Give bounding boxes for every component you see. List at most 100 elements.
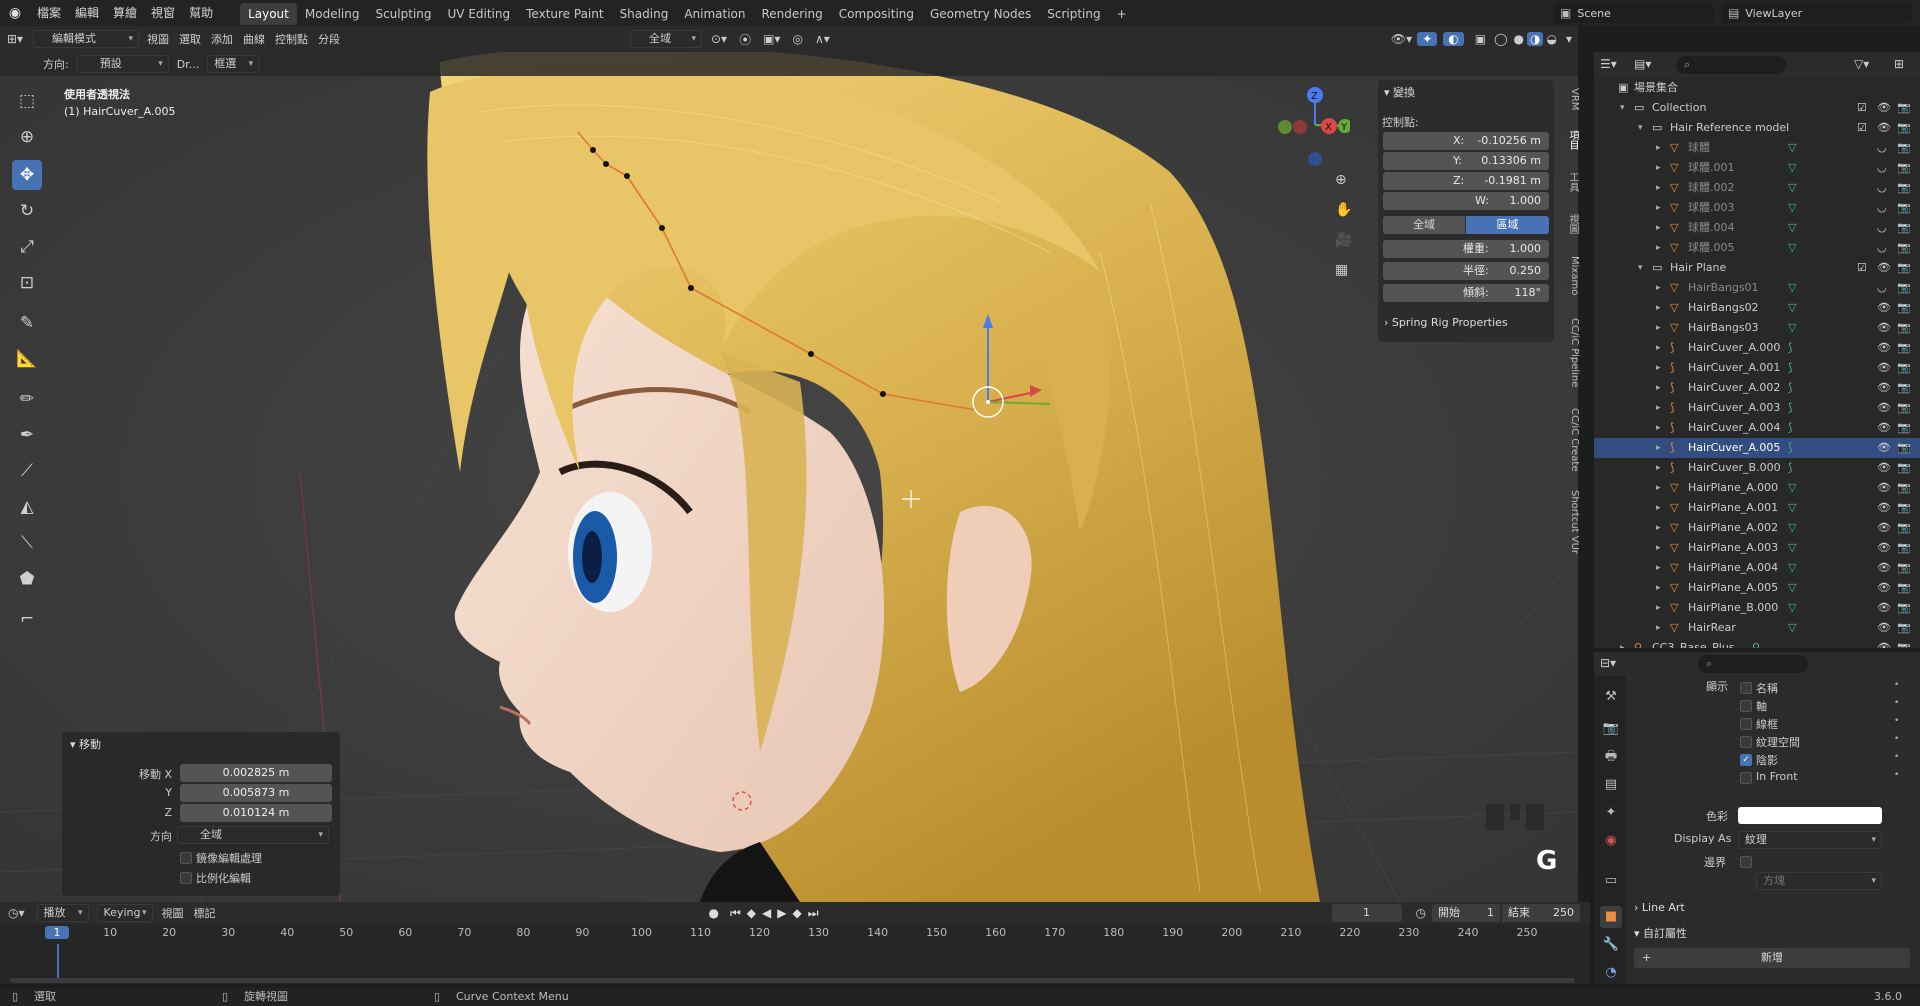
menu-curve[interactable]: 曲線 <box>238 31 270 47</box>
tab-modeling[interactable]: Modeling <box>297 3 368 25</box>
object-data-icon[interactable]: ▽ <box>1788 318 1796 338</box>
properties-editor-icon[interactable]: ⊟▾ <box>1600 656 1616 670</box>
render-camera-icon[interactable]: 📷 <box>1897 158 1911 178</box>
shear-tool-icon[interactable]: ⌐ <box>12 604 42 634</box>
object-data-icon[interactable]: ▽ <box>1788 138 1796 158</box>
render-camera-icon[interactable]: 📷 <box>1897 398 1911 418</box>
visibility-eye-icon[interactable]: ◡ <box>1877 138 1887 158</box>
expand-toggle-icon[interactable]: ▸ <box>1656 398 1661 418</box>
draw-tool-icon[interactable]: ✏ <box>12 384 42 414</box>
outliner-row[interactable]: ▸ ▽ HairPlane_A.005 ▽ 👁 📷 <box>1594 578 1920 598</box>
custom-properties-section-header[interactable]: ▾ 自訂屬性 <box>1634 924 1916 944</box>
outliner-row[interactable]: ▸ ⚲ CC3_Base_Plus ⚲ 👁 📷 <box>1594 638 1920 648</box>
visibility-eye-icon[interactable]: ◡ <box>1877 238 1887 258</box>
expand-toggle-icon[interactable]: ▸ <box>1656 618 1661 638</box>
radius-tool-icon[interactable]: ◭ <box>12 492 42 522</box>
pivot-icon[interactable]: ⊙▾ <box>705 32 733 46</box>
new-collection-icon[interactable]: ⊞ <box>1894 57 1904 71</box>
tab-scripting[interactable]: Scripting <box>1039 3 1108 25</box>
object-data-icon[interactable]: ⟆ <box>1788 458 1792 478</box>
visibility-eye-icon[interactable]: 👁 <box>1877 538 1891 558</box>
expand-toggle-icon[interactable]: ▸ <box>1656 438 1661 458</box>
tab-geometry-nodes[interactable]: Geometry Nodes <box>922 3 1039 25</box>
side-tab-mixamo[interactable]: Mixamo <box>1566 256 1580 295</box>
expand-toggle-icon[interactable]: ▸ <box>1656 298 1661 318</box>
cp-x-field[interactable]: X: -0.10256 m <box>1383 132 1549 150</box>
tab-shading[interactable]: Shading <box>612 3 677 25</box>
cursor-tool-icon[interactable]: ⊕ <box>12 122 42 152</box>
timeline-scrollbar[interactable] <box>10 978 1575 983</box>
visibility-eye-icon[interactable]: 👁 <box>1877 298 1891 318</box>
menu-edit[interactable]: 編輯 <box>68 0 106 26</box>
object-data-icon[interactable]: ▽ <box>1788 578 1796 598</box>
exclude-checkbox[interactable]: ☑ <box>1857 258 1867 278</box>
render-camera-icon[interactable]: 📷 <box>1897 118 1911 138</box>
transform-section-header[interactable]: ▾ 變換 <box>1384 84 1415 100</box>
view-layer-properties-tab-icon[interactable]: ▤ <box>1600 774 1622 796</box>
shading-wireframe-icon[interactable]: ◯ <box>1491 32 1510 46</box>
radius-field[interactable]: 半徑: 0.250 <box>1383 262 1549 280</box>
visibility-eye-icon[interactable]: 👁 <box>1877 98 1891 118</box>
render-camera-icon[interactable]: 📷 <box>1897 378 1911 398</box>
keyframe-dot-icon[interactable]: • <box>1894 770 1899 780</box>
jump-start-icon[interactable]: ⏮ <box>727 906 744 921</box>
shading-material-icon[interactable]: ◑ <box>1527 32 1544 46</box>
tab-layout[interactable]: Layout <box>240 3 297 25</box>
extrude-tool-icon[interactable]: ⟋ <box>12 456 42 486</box>
tab-compositing[interactable]: Compositing <box>831 3 922 25</box>
render-camera-icon[interactable]: 📷 <box>1897 98 1911 118</box>
side-tab-shortcut[interactable]: Shortcut VUr <box>1566 490 1580 554</box>
outliner-row[interactable]: ▸ ⟆ HairCuver_B.000 ⟆ 👁 📷 <box>1594 458 1920 478</box>
outliner-row[interactable]: ▸ ▽ HairPlane_A.002 ▽ 👁 📷 <box>1594 518 1920 538</box>
tab-uv-editing[interactable]: UV Editing <box>440 3 519 25</box>
proportional-edit-icon[interactable]: ◎ <box>786 32 808 46</box>
bounds-selector[interactable]: 方塊 <box>1756 872 1882 890</box>
marker-menu[interactable]: 標記 <box>189 905 221 921</box>
outliner-row[interactable]: ▸ ▽ HairPlane_A.001 ▽ 👁 📷 <box>1594 498 1920 518</box>
snap-icon[interactable]: ⦿ <box>733 31 757 48</box>
zoom-icon[interactable]: ⊕ <box>1335 172 1347 188</box>
side-tab-tool[interactable]: 工具 <box>1566 172 1580 192</box>
visibility-eye-icon[interactable]: 👁 <box>1877 478 1891 498</box>
gizmo-toggle-icon[interactable]: ✦ <box>1417 32 1438 46</box>
outliner-row[interactable]: ▸ ▽ 球體.004 ▽ ◡ 📷 <box>1594 218 1920 238</box>
object-properties-tab-icon[interactable]: ■ <box>1600 906 1622 928</box>
shading-rendered-icon[interactable]: ◒ <box>1543 32 1559 46</box>
visibility-eye-icon[interactable]: ◡ <box>1877 278 1887 298</box>
menu-window[interactable]: 視窗 <box>144 0 182 26</box>
object-data-icon[interactable]: ▽ <box>1788 198 1796 218</box>
visibility-eye-icon[interactable]: ◡ <box>1877 218 1887 238</box>
side-tab-item[interactable]: 項目 <box>1566 130 1580 150</box>
outliner-row[interactable]: ▸ ▽ 球體.001 ▽ ◡ 📷 <box>1594 158 1920 178</box>
object-data-icon[interactable]: ⟆ <box>1788 398 1792 418</box>
outliner-root[interactable]: ▣ 場景集合 <box>1594 78 1920 98</box>
render-camera-icon[interactable]: 📷 <box>1897 578 1911 598</box>
object-data-icon[interactable]: ⟆ <box>1788 358 1792 378</box>
proportional-editing-checkbox[interactable] <box>180 872 192 884</box>
outliner-row[interactable]: ▸ ⟆ HairCuver_A.000 ⟆ 👁 📷 <box>1594 338 1920 358</box>
timeline-editor-icon[interactable]: ◷▾ <box>0 906 33 920</box>
move-z-field[interactable]: 0.010124 m <box>180 804 332 822</box>
tab-rendering[interactable]: Rendering <box>754 3 831 25</box>
space-toggle-global[interactable]: 全域 <box>1383 216 1465 234</box>
object-data-icon[interactable]: ▽ <box>1788 518 1796 538</box>
visibility-eye-icon[interactable]: 👁 <box>1877 458 1891 478</box>
visibility-eye-icon[interactable]: 👁 <box>1877 418 1891 438</box>
outliner-row[interactable]: ▸ ⟆ HairCuver_A.004 ⟆ 👁 📷 <box>1594 418 1920 438</box>
outliner-row[interactable]: ▸ ▽ HairPlane_A.003 ▽ 👁 📷 <box>1594 538 1920 558</box>
expand-toggle-icon[interactable]: ▸ <box>1656 558 1661 578</box>
end-frame-field[interactable]: 結束 250 <box>1502 904 1580 922</box>
current-frame-field[interactable]: 1 <box>1331 904 1402 922</box>
select-mode-selector[interactable]: 框選 <box>207 55 260 73</box>
outliner-row[interactable]: ▸ ▽ HairPlane_A.000 ▽ 👁 📷 <box>1594 478 1920 498</box>
menu-file[interactable]: 檔案 <box>30 0 68 26</box>
expand-toggle-icon[interactable]: ▸ <box>1656 358 1661 378</box>
expand-toggle-icon[interactable]: ▸ <box>1620 638 1625 648</box>
color-swatch[interactable] <box>1738 807 1882 824</box>
shading-solid-icon[interactable]: ● <box>1511 32 1527 46</box>
tilt-field[interactable]: 傾斜: 118° <box>1383 284 1549 302</box>
shading-options-icon[interactable]: ▾ <box>1560 32 1578 46</box>
play-reverse-icon[interactable]: ◀ <box>759 906 774 920</box>
object-data-icon[interactable]: ▽ <box>1788 158 1796 178</box>
display-checkbox[interactable]: ✓ <box>1740 754 1752 766</box>
